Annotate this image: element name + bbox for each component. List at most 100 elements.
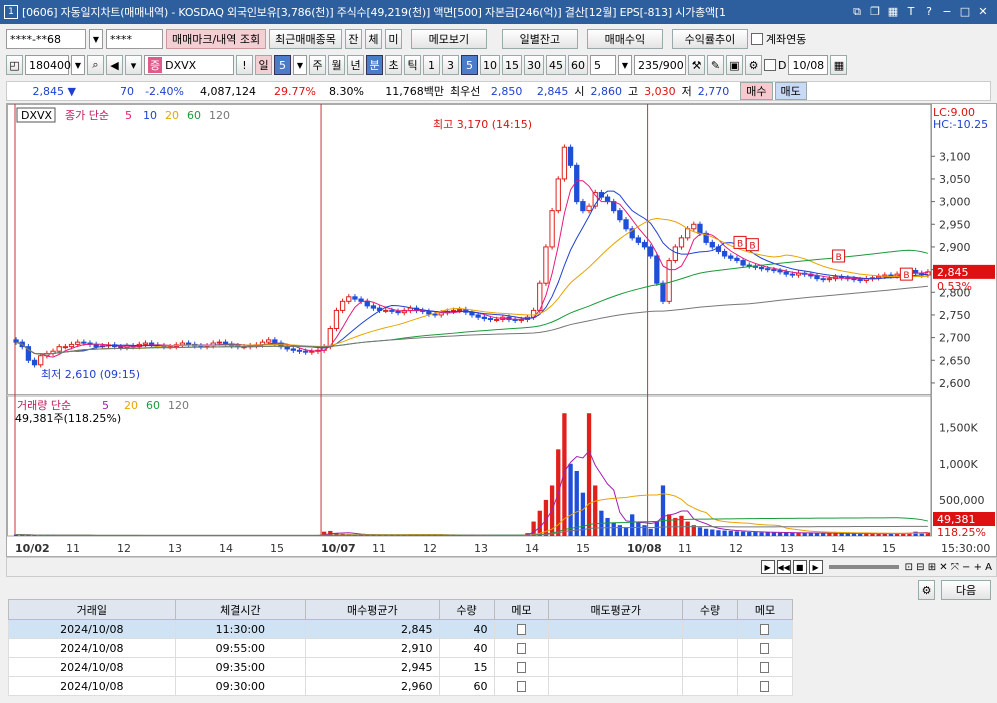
interval-button-10[interactable]: 10 — [480, 55, 500, 75]
column-header[interactable]: 매도평균가 — [548, 599, 683, 620]
play-icon[interactable]: ▶ — [760, 560, 775, 574]
account-link-checkbox[interactable] — [750, 33, 763, 45]
volume-bar — [636, 521, 641, 536]
copy-icon[interactable]: ❐ — [867, 5, 883, 19]
tools-icon[interactable]: ⚒ — [688, 55, 705, 75]
column-header[interactable]: 체결시간 — [174, 599, 307, 620]
alert-button[interactable]: ! — [236, 55, 253, 75]
zoom-icons[interactable]: ⊡ ⊟ ⊞ ✕ ⤧ − + A — [905, 562, 992, 573]
sell-button[interactable]: 매도 — [774, 82, 807, 100]
memo-icon[interactable] — [760, 681, 770, 692]
table-row[interactable]: 2024/10/08 09:35:00 2,945 15 — [8, 657, 794, 677]
table-row[interactable]: 2024/10/08 09:30:00 2,960 60 — [8, 676, 794, 696]
period-week-button[interactable]: 주 — [309, 55, 326, 75]
daily-balance-button[interactable]: 일별잔고 — [501, 29, 578, 49]
table-row[interactable]: 2024/10/08 11:30:00 2,845 40 — [8, 619, 794, 639]
minimize-icon[interactable]: − — [939, 5, 955, 19]
trade-profit-button[interactable]: 매매수익 — [586, 29, 663, 49]
speaker-icon[interactable]: ◀ — [106, 55, 123, 75]
chart-area[interactable]: 3,1003,0503,0002,9502,9002,8502,8002,750… — [6, 103, 997, 557]
interval-button-3[interactable]: 3 — [442, 55, 459, 75]
calendar-icon[interactable]: ▦ — [830, 55, 848, 75]
code-dropdown-icon[interactable]: ▼ — [71, 55, 85, 75]
memo-icon[interactable] — [517, 624, 526, 635]
period-month-button[interactable]: 월 — [328, 55, 345, 75]
memo-icon[interactable] — [760, 662, 770, 673]
return-trend-button[interactable]: 수익률추이 — [671, 29, 748, 49]
account-dropdown-icon[interactable]: ▼ — [89, 29, 103, 49]
volume-bar — [845, 533, 850, 536]
trade-mark-query-button[interactable]: 매매마크/내역 조회 — [166, 29, 267, 49]
low-label: 저 — [681, 85, 692, 98]
memo-view-button[interactable]: 메모보기 — [410, 29, 487, 49]
next-button[interactable]: 다음 — [941, 580, 991, 600]
interval-button-45[interactable]: 45 — [546, 55, 566, 75]
volume-bar — [630, 514, 635, 536]
date-checkbox[interactable] — [764, 59, 776, 71]
price-pane-frame — [7, 104, 932, 395]
period-second-button[interactable]: 초 — [385, 55, 402, 75]
balance-button[interactable]: 잔 — [344, 29, 362, 49]
date-input[interactable]: 10/08 — [788, 55, 829, 75]
y-tick-label: 2,900 — [939, 241, 971, 254]
rewind-icon[interactable]: ◀◀ — [776, 560, 791, 574]
trade-history-panel: ⚙ 다음 거래일 체결시간 매수평균가 수량 메모 매도평균가 수량 메모 2024/10/0… — [0, 578, 997, 703]
stop-icon[interactable]: ■ — [792, 560, 807, 574]
interval-button-60[interactable]: 60 — [568, 55, 588, 75]
memo-icon[interactable] — [517, 643, 526, 654]
memo-icon[interactable] — [760, 624, 770, 635]
cell-empty — [736, 676, 794, 696]
price-volume-chart[interactable]: 3,1003,0503,0002,9502,9002,8502,8002,750… — [7, 104, 996, 556]
count-field[interactable]: 5 — [590, 55, 616, 75]
period-minute-button[interactable]: 분 — [366, 55, 383, 75]
column-header[interactable]: 메모 — [493, 599, 550, 620]
memo-icon[interactable] — [517, 662, 526, 673]
close-icon[interactable]: ✕ — [975, 5, 991, 19]
forward-icon[interactable]: ▶ — [808, 560, 823, 574]
buy-button[interactable]: 매수 — [740, 82, 773, 100]
period-year-button[interactable]: 년 — [347, 55, 364, 75]
stock-name-field[interactable]: 증 DXVX — [144, 55, 234, 75]
range-field[interactable]: 235/900 — [634, 55, 686, 75]
settings-gear-icon[interactable]: ⚙ — [918, 580, 935, 600]
memo-icon[interactable] — [760, 643, 770, 654]
recent-trades-button[interactable]: 최근매매종목 — [269, 29, 342, 49]
draw-icon[interactable]: ✎ — [707, 55, 724, 75]
settings-icon[interactable]: ⚙ — [745, 55, 762, 75]
interval-button-5[interactable]: 5 — [461, 55, 478, 75]
interval-button-30[interactable]: 30 — [524, 55, 544, 75]
period-n-field[interactable]: 5 — [274, 55, 291, 75]
interval-button-15[interactable]: 15 — [502, 55, 522, 75]
prev-icon[interactable]: ▾ — [125, 55, 142, 75]
table-row[interactable]: 2024/10/08 09:55:00 2,910 40 — [8, 638, 794, 658]
account-input[interactable]: ****-**68 — [6, 29, 86, 49]
column-header[interactable]: 거래일 — [8, 599, 176, 620]
x-tick-label: 15 — [576, 542, 590, 555]
period-dropdown-icon[interactable]: ▼ — [293, 55, 307, 75]
column-header[interactable]: 수량 — [438, 599, 495, 620]
font-icon[interactable]: T — [903, 5, 919, 19]
search-icon[interactable]: ⌕ — [87, 55, 104, 75]
password-input[interactable]: **** — [106, 29, 163, 49]
unfilled-button[interactable]: 미 — [384, 29, 402, 49]
chart-scroll-bar[interactable]: ▶ ◀◀ ■ ▶ ⊡ ⊟ ⊞ ✕ ⤧ − + A — [6, 557, 997, 577]
save-icon[interactable]: ▣ — [726, 55, 743, 75]
window-icon[interactable]: ◰ — [6, 55, 23, 75]
link-icon[interactable]: ⧉ — [849, 5, 865, 19]
column-header[interactable]: 매수평균가 — [305, 599, 440, 620]
maximize-icon[interactable]: □ — [957, 5, 973, 19]
period-tick-button[interactable]: 틱 — [404, 55, 421, 75]
executed-button[interactable]: 체 — [364, 29, 382, 49]
count-dropdown-icon[interactable]: ▼ — [618, 55, 632, 75]
grid-icon[interactable]: ▦ — [885, 5, 901, 19]
interval-button-1[interactable]: 1 — [423, 55, 440, 75]
stock-code-input[interactable]: 180400 — [25, 55, 71, 75]
memo-icon[interactable] — [517, 681, 526, 692]
zoom-slider[interactable] — [828, 565, 899, 569]
help-icon[interactable]: ? — [921, 5, 937, 19]
column-header[interactable]: 메모 — [736, 599, 794, 620]
column-header[interactable]: 수량 — [682, 599, 738, 620]
volume-bar — [654, 521, 659, 536]
period-daily-button[interactable]: 일 — [255, 55, 272, 75]
x-tick-label: 12 — [729, 542, 743, 555]
